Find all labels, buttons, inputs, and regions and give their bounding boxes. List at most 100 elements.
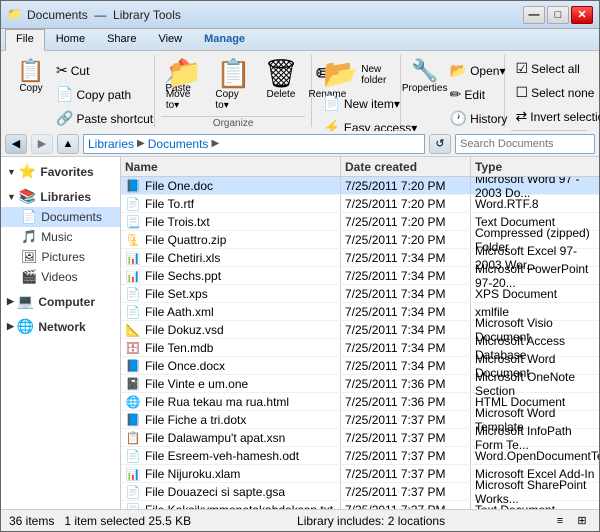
path-segment-documents[interactable]: Documents <box>148 137 209 151</box>
libraries-header[interactable]: ▼ 📚 Libraries <box>1 186 120 207</box>
open-button[interactable]: 📂 Open▾ <box>445 59 513 82</box>
file-name-cell: 📃 File Kaksikymmenetakahdeksan.txt <box>121 501 341 509</box>
table-row[interactable]: 📘 File One.doc 7/25/2011 7:20 PM Microso… <box>121 177 599 195</box>
col-header-name[interactable]: Name <box>121 157 341 176</box>
ribbon: 📋 Copy ✂ Cut 📄 Copy path 🔗 Paste shortcu… <box>1 51 599 131</box>
copy-button[interactable]: 📋 Copy <box>13 57 49 97</box>
documents-icon: 📄 <box>21 209 37 225</box>
favorites-chevron: ▼ <box>7 167 16 177</box>
file-date-cell: 7/25/2011 7:20 PM <box>341 213 471 230</box>
tab-home[interactable]: Home <box>45 29 96 50</box>
table-row[interactable]: 📄 File Set.xps 7/25/2011 7:34 PM XPS Doc… <box>121 285 599 303</box>
table-row[interactable]: 📄 File To.rtf 7/25/2011 7:20 PM Word.RTF… <box>121 195 599 213</box>
file-name: File Quattro.zip <box>145 233 226 247</box>
file-name: File Rua tekau ma rua.html <box>145 395 289 409</box>
table-row[interactable]: 📃 File Kaksikymmenetakahdeksan.txt 7/25/… <box>121 501 599 509</box>
minimize-button[interactable]: — <box>523 6 545 24</box>
file-area: Name Date created Type 📘 File One.doc 7/… <box>121 157 599 509</box>
table-row[interactable]: 📓 File Vinte e um.one 7/25/2011 7:36 PM … <box>121 375 599 393</box>
edit-button[interactable]: ✏ Edit <box>445 83 513 106</box>
file-icon: 📄 <box>125 484 141 500</box>
history-button[interactable]: 🕐 History <box>445 107 513 130</box>
maximize-button[interactable]: □ <box>547 6 569 24</box>
file-type-cell: Text Document <box>471 501 599 509</box>
tab-view[interactable]: View <box>147 29 193 50</box>
table-row[interactable]: 📄 File Douazeci si sapte.gsa 7/25/2011 7… <box>121 483 599 501</box>
open-icon: 📂 <box>450 62 467 79</box>
forward-button[interactable]: ▶ <box>31 134 53 154</box>
sidebar-item-music[interactable]: 🎵 Music <box>1 227 120 247</box>
file-name-cell: 📊 File Nijuroku.xlam <box>121 465 341 482</box>
back-button[interactable]: ◀ <box>5 134 27 154</box>
nav-section-libraries: ▼ 📚 Libraries 📄 Documents 🎵 Music 🖼 Pict… <box>1 186 120 287</box>
sidebar-item-documents[interactable]: 📄 Documents <box>1 207 120 227</box>
address-path[interactable]: Libraries ▶ Documents ▶ <box>83 134 425 154</box>
file-name-cell: 📘 File Once.docx <box>121 357 341 374</box>
file-icon: 📃 <box>125 502 141 510</box>
sidebar-item-videos[interactable]: 🎬 Videos <box>1 267 120 287</box>
up-button[interactable]: ▲ <box>57 134 79 154</box>
file-name-cell: 📋 File Dalawampu't apat.xsn <box>121 429 341 446</box>
file-name-cell: 📄 File Douazeci si sapte.gsa <box>121 483 341 500</box>
select-none-button[interactable]: ☐ Select none <box>511 81 600 104</box>
ribbon-group-new: 📂 Newfolder 📄 New item▾ ⚡ Easy access▾ N… <box>312 55 400 127</box>
file-date-cell: 7/25/2011 7:34 PM <box>341 321 471 338</box>
clipboard-buttons: 📋 Copy ✂ Cut 📄 Copy path 🔗 Paste shortcu… <box>13 55 148 130</box>
file-name-cell: 📄 File Esreem-veh-hamesh.odt <box>121 447 341 464</box>
tab-manage[interactable]: Manage <box>193 29 256 50</box>
table-row[interactable]: 📊 File Sechs.ppt 7/25/2011 7:34 PM Micro… <box>121 267 599 285</box>
copy-to-button[interactable]: 📋 Copy to▾ <box>210 57 257 114</box>
paste-shortcut-button[interactable]: 🔗 Paste shortcut <box>51 107 158 130</box>
sidebar-item-pictures[interactable]: 🖼 Pictures <box>1 247 120 267</box>
ribbon-group-organize: 📁 Move to▾ 📋 Copy to▾ 🗑 Delete ✏ Rename <box>155 55 313 127</box>
properties-button[interactable]: 🔧 Properties <box>407 57 443 97</box>
computer-header[interactable]: ▶ 💻 Computer <box>1 291 120 312</box>
refresh-button[interactable]: ↺ <box>429 134 451 154</box>
file-name: File Set.xps <box>145 287 208 301</box>
path-segment-libraries[interactable]: Libraries <box>88 137 134 151</box>
select-buttons: ☑ Select all ☐ Select none ⇄ Invert sele… <box>511 55 587 128</box>
file-name: File Ten.mdb <box>145 341 213 355</box>
move-to-icon: 📁 <box>167 60 202 88</box>
file-date-cell: 7/25/2011 7:36 PM <box>341 393 471 410</box>
file-icon: 🗜 <box>125 232 141 248</box>
col-header-type[interactable]: Type <box>471 157 599 176</box>
new-folder-button[interactable]: 📂 Newfolder <box>318 57 391 91</box>
paste-shortcut-icon: 🔗 <box>56 110 73 127</box>
invert-selection-button[interactable]: ⇄ Invert selection <box>511 105 600 128</box>
libraries-icon: 📚 <box>19 188 36 205</box>
view-large-icons-button[interactable]: ⊞ <box>573 512 591 530</box>
file-icon: 🗄 <box>125 340 141 356</box>
move-to-button[interactable]: 📁 Move to▾ <box>161 57 209 114</box>
history-icon: 🕐 <box>450 110 467 127</box>
select-all-button[interactable]: ☑ Select all <box>511 57 585 80</box>
file-icon: 📓 <box>125 376 141 392</box>
cut-button[interactable]: ✂ Cut <box>51 59 158 82</box>
file-name: File Chetiri.xls <box>145 251 220 265</box>
search-box[interactable]: 🔍 <box>455 134 595 154</box>
search-input[interactable] <box>460 138 600 150</box>
title-text: Documents <box>27 8 88 22</box>
selected-info: 1 item selected 25.5 KB <box>64 514 191 528</box>
file-name: File One.doc <box>145 179 213 193</box>
ribbon-group-clipboard: 📋 Copy ✂ Cut 📄 Copy path 🔗 Paste shortcu… <box>7 55 155 127</box>
path-separator-2: ▶ <box>211 138 219 149</box>
select-none-icon: ☐ <box>516 84 529 101</box>
file-date-cell: 7/25/2011 7:37 PM <box>341 447 471 464</box>
col-header-date[interactable]: Date created <box>341 157 471 176</box>
table-row[interactable]: 📋 File Dalawampu't apat.xsn 7/25/2011 7:… <box>121 429 599 447</box>
view-details-button[interactable]: ≡ <box>551 512 569 530</box>
network-header[interactable]: ▶ 🌐 Network <box>1 316 120 337</box>
new-item-button[interactable]: 📄 New item▾ <box>318 92 404 115</box>
file-icon: 📊 <box>125 268 141 284</box>
file-date-cell: 7/25/2011 7:37 PM <box>341 465 471 482</box>
table-row[interactable]: 📄 File Esreem-veh-hamesh.odt 7/25/2011 7… <box>121 447 599 465</box>
favorites-header[interactable]: ▼ ⭐ Favorites <box>1 161 120 182</box>
delete-button[interactable]: 🗑 Delete <box>259 57 303 114</box>
file-date-cell: 7/25/2011 7:34 PM <box>341 357 471 374</box>
tab-share[interactable]: Share <box>96 29 147 50</box>
file-name-cell: 📊 File Sechs.ppt <box>121 267 341 284</box>
close-button[interactable]: ✕ <box>571 6 593 24</box>
copy-path-button[interactable]: 📄 Copy path <box>51 83 158 106</box>
tab-file[interactable]: File <box>5 29 45 51</box>
